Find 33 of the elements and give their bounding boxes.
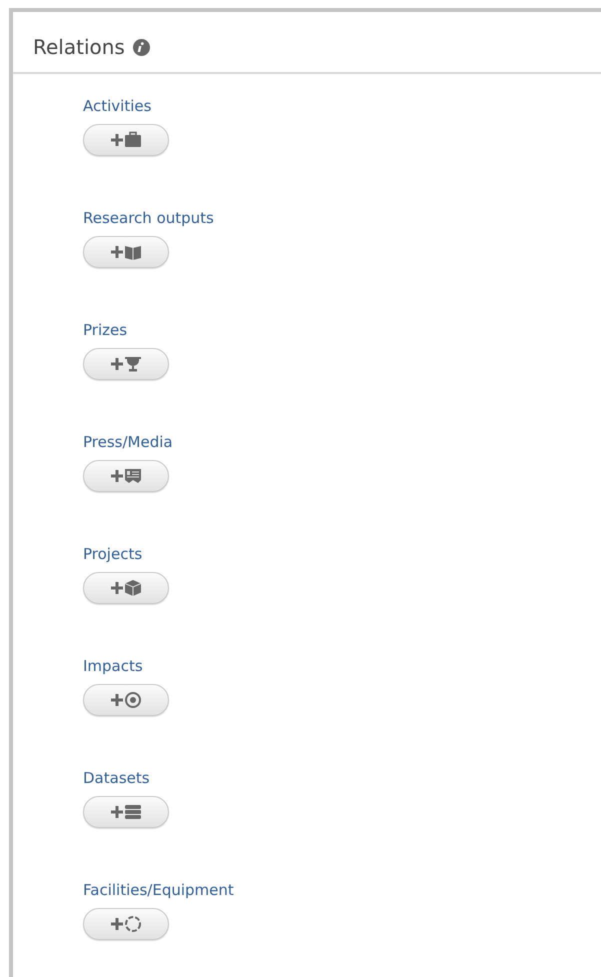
plus-icon [110, 582, 122, 594]
add-relation-button[interactable] [83, 460, 169, 492]
relation-link[interactable]: Impacts [83, 655, 143, 678]
plus-icon [110, 694, 122, 706]
relation-link[interactable]: Facilities/Equipment [83, 879, 234, 902]
add-relation-button[interactable] [83, 684, 169, 716]
cube-icon [124, 578, 142, 596]
add-relation-button[interactable] [83, 796, 169, 828]
plus-icon [110, 358, 122, 370]
add-relation-button[interactable] [83, 572, 169, 604]
plus-icon [110, 806, 122, 818]
relation-link[interactable]: Datasets [83, 767, 150, 790]
relation-link[interactable]: Activities [83, 95, 152, 118]
relation-link[interactable]: Research outputs [83, 207, 214, 230]
panel-title: Relations [33, 34, 125, 61]
relation-link[interactable]: Projects [83, 543, 142, 566]
dashed-circle-icon [124, 914, 142, 932]
add-relation-button[interactable] [83, 124, 169, 156]
add-relation-button[interactable] [83, 908, 169, 940]
trophy-icon [124, 354, 142, 372]
newspaper-icon [124, 466, 142, 484]
database-icon [124, 802, 142, 820]
add-relation-button[interactable] [83, 236, 169, 268]
relation-link[interactable]: Press/Media [83, 431, 173, 454]
info-icon[interactable] [132, 38, 150, 56]
plus-icon [110, 918, 122, 930]
relation-link[interactable]: Prizes [83, 319, 128, 342]
target-icon [124, 690, 142, 708]
plus-icon [110, 246, 122, 258]
add-relation-button[interactable] [83, 348, 169, 380]
plus-icon [110, 134, 122, 146]
briefcase-icon [124, 130, 142, 148]
plus-icon [110, 470, 122, 482]
